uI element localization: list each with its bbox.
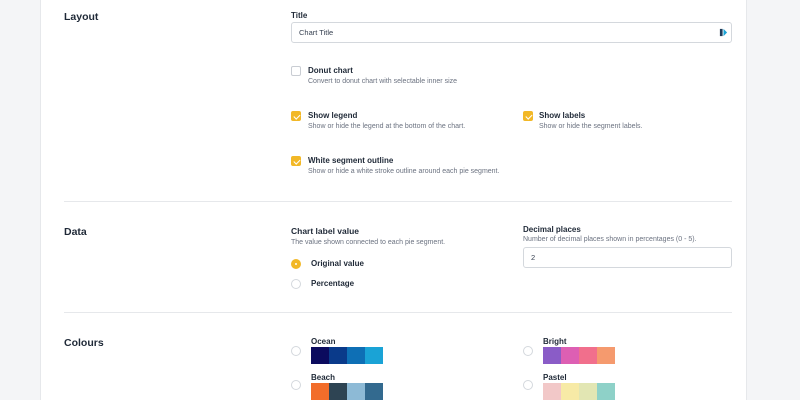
white-outline-label: White segment outline <box>308 156 394 165</box>
ocean-palette-label: Ocean <box>311 337 336 346</box>
ocean-palette-swatches[interactable] <box>311 347 383 364</box>
palette-swatch <box>579 347 597 364</box>
autofill-icon[interactable] <box>719 28 728 37</box>
palette-swatch <box>561 383 579 400</box>
palette-swatch <box>543 383 561 400</box>
show-labels-checkbox[interactable] <box>523 111 533 121</box>
beach-palette-swatches[interactable] <box>311 383 383 400</box>
show-legend-desc: Show or hide the legend at the bottom of… <box>308 123 466 130</box>
original-value-radio[interactable] <box>291 259 301 269</box>
show-legend-checkbox[interactable] <box>291 111 301 121</box>
donut-chart-checkbox[interactable] <box>291 66 301 76</box>
chart-label-value-label: Chart label value <box>291 226 360 236</box>
show-legend-label: Show legend <box>308 111 358 120</box>
white-outline-desc: Show or hide a white stroke outline arou… <box>308 168 500 175</box>
beach-palette-label: Beach <box>311 373 336 382</box>
decimal-places-label: Decimal places <box>523 225 581 234</box>
bright-palette-swatches[interactable] <box>543 347 615 364</box>
palette-swatch <box>561 347 579 364</box>
title-input-value: Chart Title <box>299 28 334 37</box>
bright-palette-label: Bright <box>543 337 567 346</box>
palette-swatch <box>347 347 365 364</box>
chart-label-value-desc: The value shown connected to each pie se… <box>291 239 446 246</box>
bright-palette-radio[interactable] <box>523 346 533 356</box>
percentage-radio[interactable] <box>291 279 301 289</box>
show-labels-label: Show labels <box>539 111 586 120</box>
percentage-label: Percentage <box>311 279 355 288</box>
show-labels-desc: Show or hide the segment labels. <box>539 123 643 130</box>
donut-chart-label: Donut chart <box>308 66 353 75</box>
palette-swatch <box>329 383 347 400</box>
decimal-places-value: 2 <box>531 253 536 262</box>
palette-swatch <box>597 383 615 400</box>
ocean-palette-radio[interactable] <box>291 346 301 356</box>
palette-swatch <box>543 347 561 364</box>
settings-panel: Layout Title Chart Title Donut chart Con… <box>40 0 747 400</box>
beach-palette-radio[interactable] <box>291 380 301 390</box>
decimal-places-desc: Number of decimal places shown in percen… <box>523 236 697 243</box>
title-field-label: Title <box>291 11 308 20</box>
data-section-title: Data <box>64 226 87 238</box>
pastel-palette-swatches[interactable] <box>543 383 615 400</box>
pastel-palette-label: Pastel <box>543 373 567 382</box>
decimal-places-input[interactable]: 2 <box>523 247 732 268</box>
colours-section-title: Colours <box>64 337 104 349</box>
palette-swatch <box>579 383 597 400</box>
original-value-label: Original value <box>311 259 364 268</box>
title-input[interactable]: Chart Title <box>291 22 732 43</box>
section-divider <box>64 312 732 313</box>
white-outline-checkbox[interactable] <box>291 156 301 166</box>
palette-swatch <box>329 347 347 364</box>
donut-chart-desc: Convert to donut chart with selectable i… <box>308 78 458 85</box>
layout-section-title: Layout <box>64 11 99 23</box>
palette-swatch <box>311 347 329 364</box>
pastel-palette-radio[interactable] <box>523 380 533 390</box>
palette-swatch <box>365 383 383 400</box>
palette-swatch <box>347 383 365 400</box>
palette-swatch <box>597 347 615 364</box>
section-divider <box>64 201 732 202</box>
palette-swatch <box>365 347 383 364</box>
palette-swatch <box>311 383 329 400</box>
